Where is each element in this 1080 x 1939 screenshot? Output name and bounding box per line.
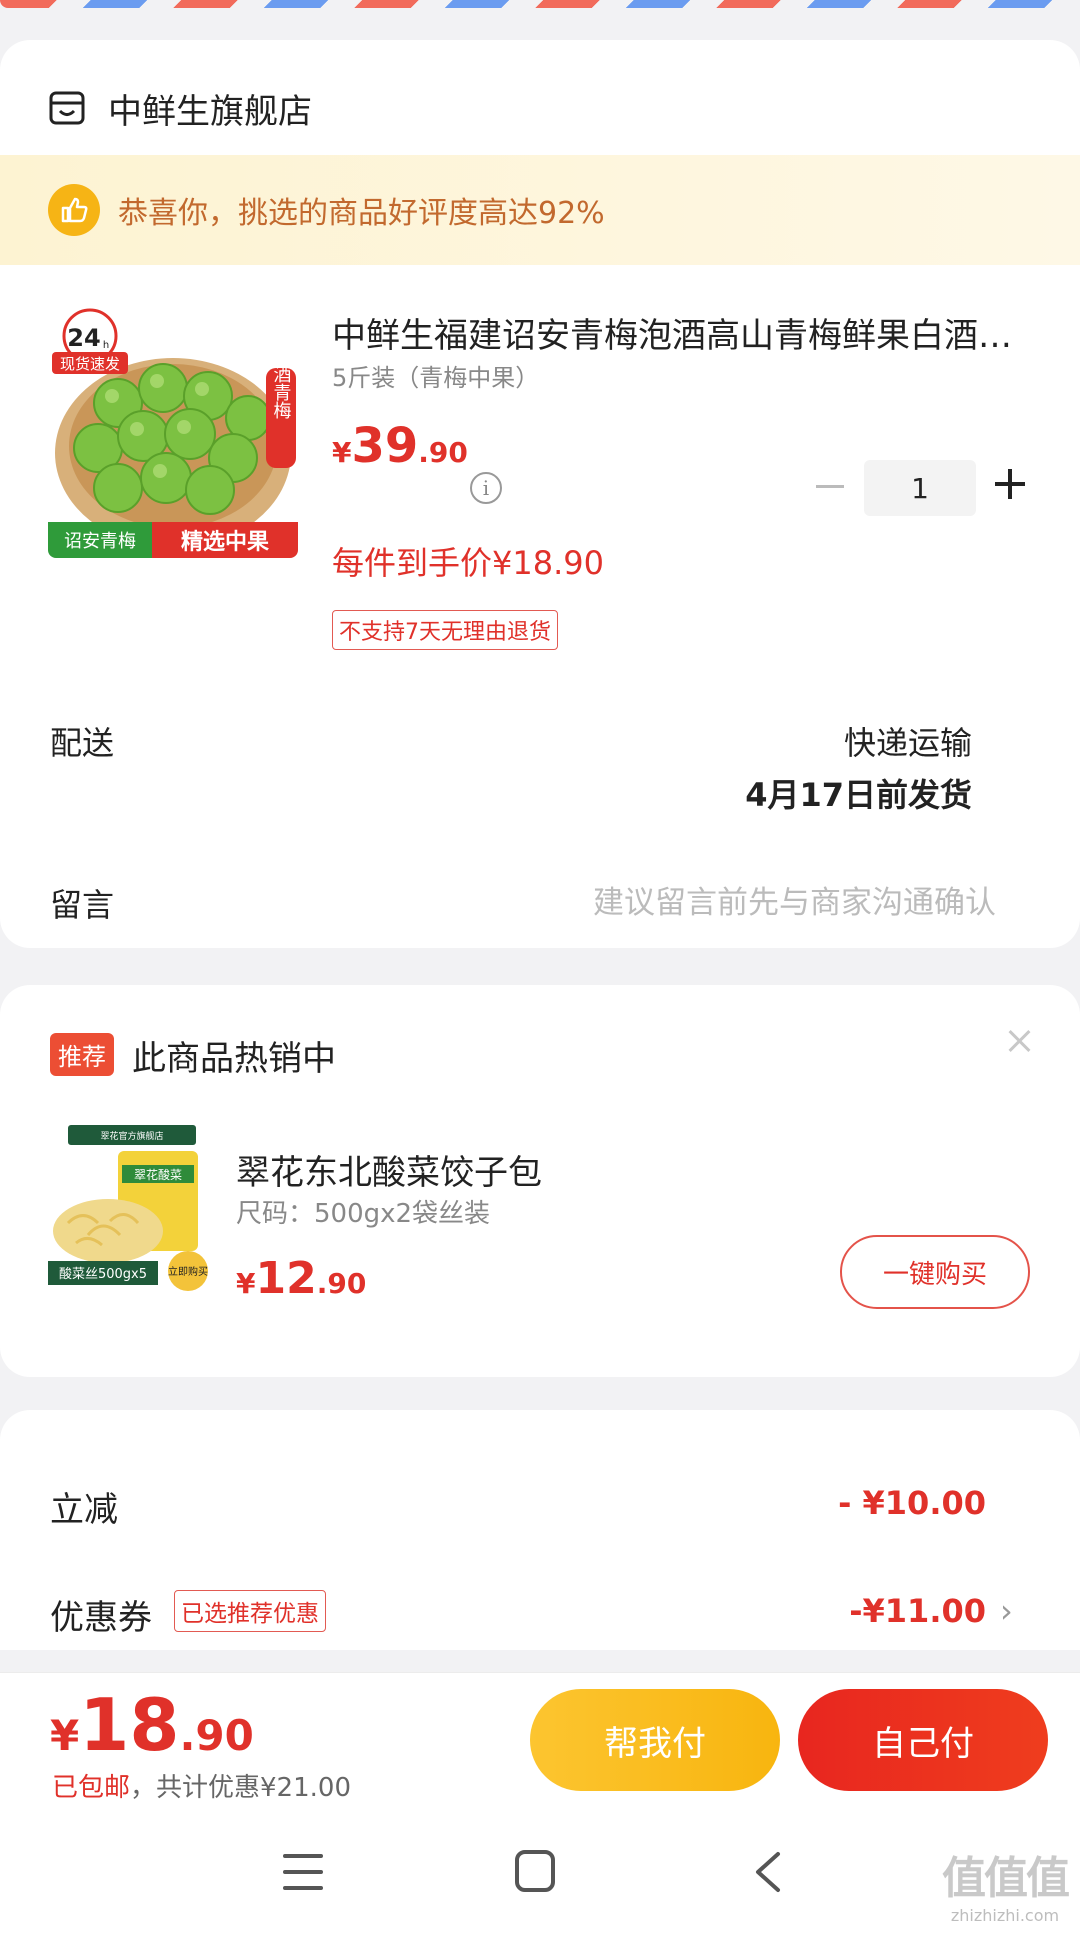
recommend-bottom-label: 酸菜丝500gx5	[59, 1267, 147, 1282]
recommend-product-image[interactable]: 翠花官方旗舰店 翠花酸菜 酸菜丝500gx5 立即购买	[48, 1123, 216, 1291]
delivery-method: 快递运输	[843, 724, 972, 762]
instant-discount-label: 立减	[50, 1490, 118, 1530]
delivery-date: 4月17日前发货	[745, 776, 972, 814]
quantity-increase-button[interactable]	[992, 466, 1028, 502]
coupon-value[interactable]: -¥11.00	[849, 1592, 986, 1630]
payment-bar: ¥ 18 .90 已包邮，共计优惠¥21.00 帮我付 自己付	[0, 1672, 1080, 1812]
price-integer: 39	[351, 418, 419, 474]
recommend-product-spec: 尺码：500gx2袋丝装	[236, 1199, 491, 1229]
return-policy-tag: 不支持7天无理由退货	[332, 610, 558, 650]
menu-icon[interactable]	[283, 1854, 323, 1890]
coupon-label[interactable]: 优惠券	[50, 1590, 152, 1639]
close-icon[interactable]	[1004, 1025, 1036, 1057]
savings-text: ，共计优惠¥21.00	[130, 1773, 351, 1803]
recommend-card: 推荐 此商品热销中 翠花官方旗舰店 翠花酸菜 酸菜丝500gx5 立即购买 翠花…	[0, 985, 1080, 1377]
badge-ship: 现货速发	[60, 355, 120, 373]
store-icon	[49, 91, 85, 125]
total-price-integer: 18	[79, 1683, 180, 1767]
total-price-decimal: .90	[179, 1711, 254, 1760]
watermark: 值值值 zhizhizhi.com	[942, 1842, 1070, 1925]
back-icon[interactable]	[750, 1850, 786, 1894]
badge-hours: 24	[67, 324, 100, 352]
store-name: 中鲜生旗舰店	[108, 91, 312, 132]
pay-myself-button[interactable]: 自己付	[798, 1689, 1048, 1791]
store-header[interactable]: 中鲜生旗舰店	[48, 78, 312, 138]
airmail-border	[0, 0, 1080, 8]
one-click-buy-button[interactable]: 一键购买	[840, 1235, 1030, 1309]
message-input[interactable]	[476, 878, 996, 928]
discount-card: 立减 - ¥10.00 优惠券 已选推荐优惠 -¥11.00 ›	[0, 1410, 1080, 1650]
shipping-note: 已包邮，共计优惠¥21.00	[52, 1767, 351, 1804]
recommend-pack-label: 翠花酸菜	[134, 1167, 182, 1182]
rating-banner-text: 恭喜你，挑选的商品好评度高达92%	[118, 196, 605, 231]
info-icon[interactable]: i	[470, 472, 502, 504]
chevron-right-icon[interactable]: ›	[1000, 1595, 1022, 1627]
message-label: 留言	[50, 886, 115, 924]
badge-hours-unit: h	[103, 340, 109, 351]
watermark-logo: 值值值	[942, 1853, 1070, 1904]
watermark-url: zhizhizhi.com	[950, 1906, 1060, 1925]
thumbs-up-icon	[48, 184, 100, 236]
recommend-price-symbol: ¥	[236, 1267, 256, 1300]
side-label: 泡酒青梅	[271, 347, 292, 420]
order-card: 中鲜生旗舰店 恭喜你，挑选的商品好评度高达92% 24 h 现货速发 泡酒青梅 …	[0, 40, 1080, 948]
home-icon[interactable]	[515, 1850, 555, 1892]
recommend-price: ¥ 12 .90	[236, 1253, 366, 1304]
recommend-product-name[interactable]: 翠花东北酸菜饺子包	[236, 1145, 542, 1194]
coupon-tag: 已选推荐优惠	[174, 1590, 326, 1632]
help-me-pay-button[interactable]: 帮我付	[530, 1689, 780, 1791]
product-title[interactable]: 中鲜生福建诏安青梅泡酒高山青梅鲜果白酒酿酒用	[332, 308, 1032, 357]
product-image[interactable]: 24 h 现货速发 泡酒青梅 诏安青梅 精选中果	[48, 308, 298, 558]
recommend-tag: 推荐	[50, 1033, 114, 1076]
recommend-price-decimal: .90	[316, 1267, 367, 1300]
product-price: ¥ 39 .90	[332, 418, 468, 474]
price-decimal: .90	[418, 436, 468, 469]
system-nav-bar: 值值值 zhizhizhi.com	[0, 1812, 1080, 1939]
bottom-right-label: 精选中果	[181, 529, 269, 555]
recommend-title: 此商品热销中	[132, 1039, 336, 1079]
quantity-decrease-button[interactable]	[812, 468, 848, 504]
total-price: ¥ 18 .90	[50, 1683, 254, 1767]
recommend-price-integer: 12	[255, 1253, 317, 1304]
rating-banner: 恭喜你，挑选的商品好评度高达92%	[0, 155, 1080, 265]
price-symbol: ¥	[332, 436, 352, 469]
product-spec: 5斤装（青梅中果）	[332, 364, 540, 392]
free-shipping-text: 已包邮	[52, 1773, 131, 1803]
total-price-symbol: ¥	[50, 1711, 80, 1760]
delivery-label: 配送	[50, 724, 115, 762]
unit-price: 每件到手价¥18.90	[332, 544, 604, 582]
instant-discount-value: - ¥10.00	[838, 1484, 986, 1522]
recommend-store-label: 翠花官方旗舰店	[100, 1130, 163, 1142]
quantity-value[interactable]: 1	[864, 460, 976, 516]
recommend-cta-label: 立即购买	[168, 1265, 208, 1278]
bottom-left-label: 诏安青梅	[64, 531, 136, 552]
